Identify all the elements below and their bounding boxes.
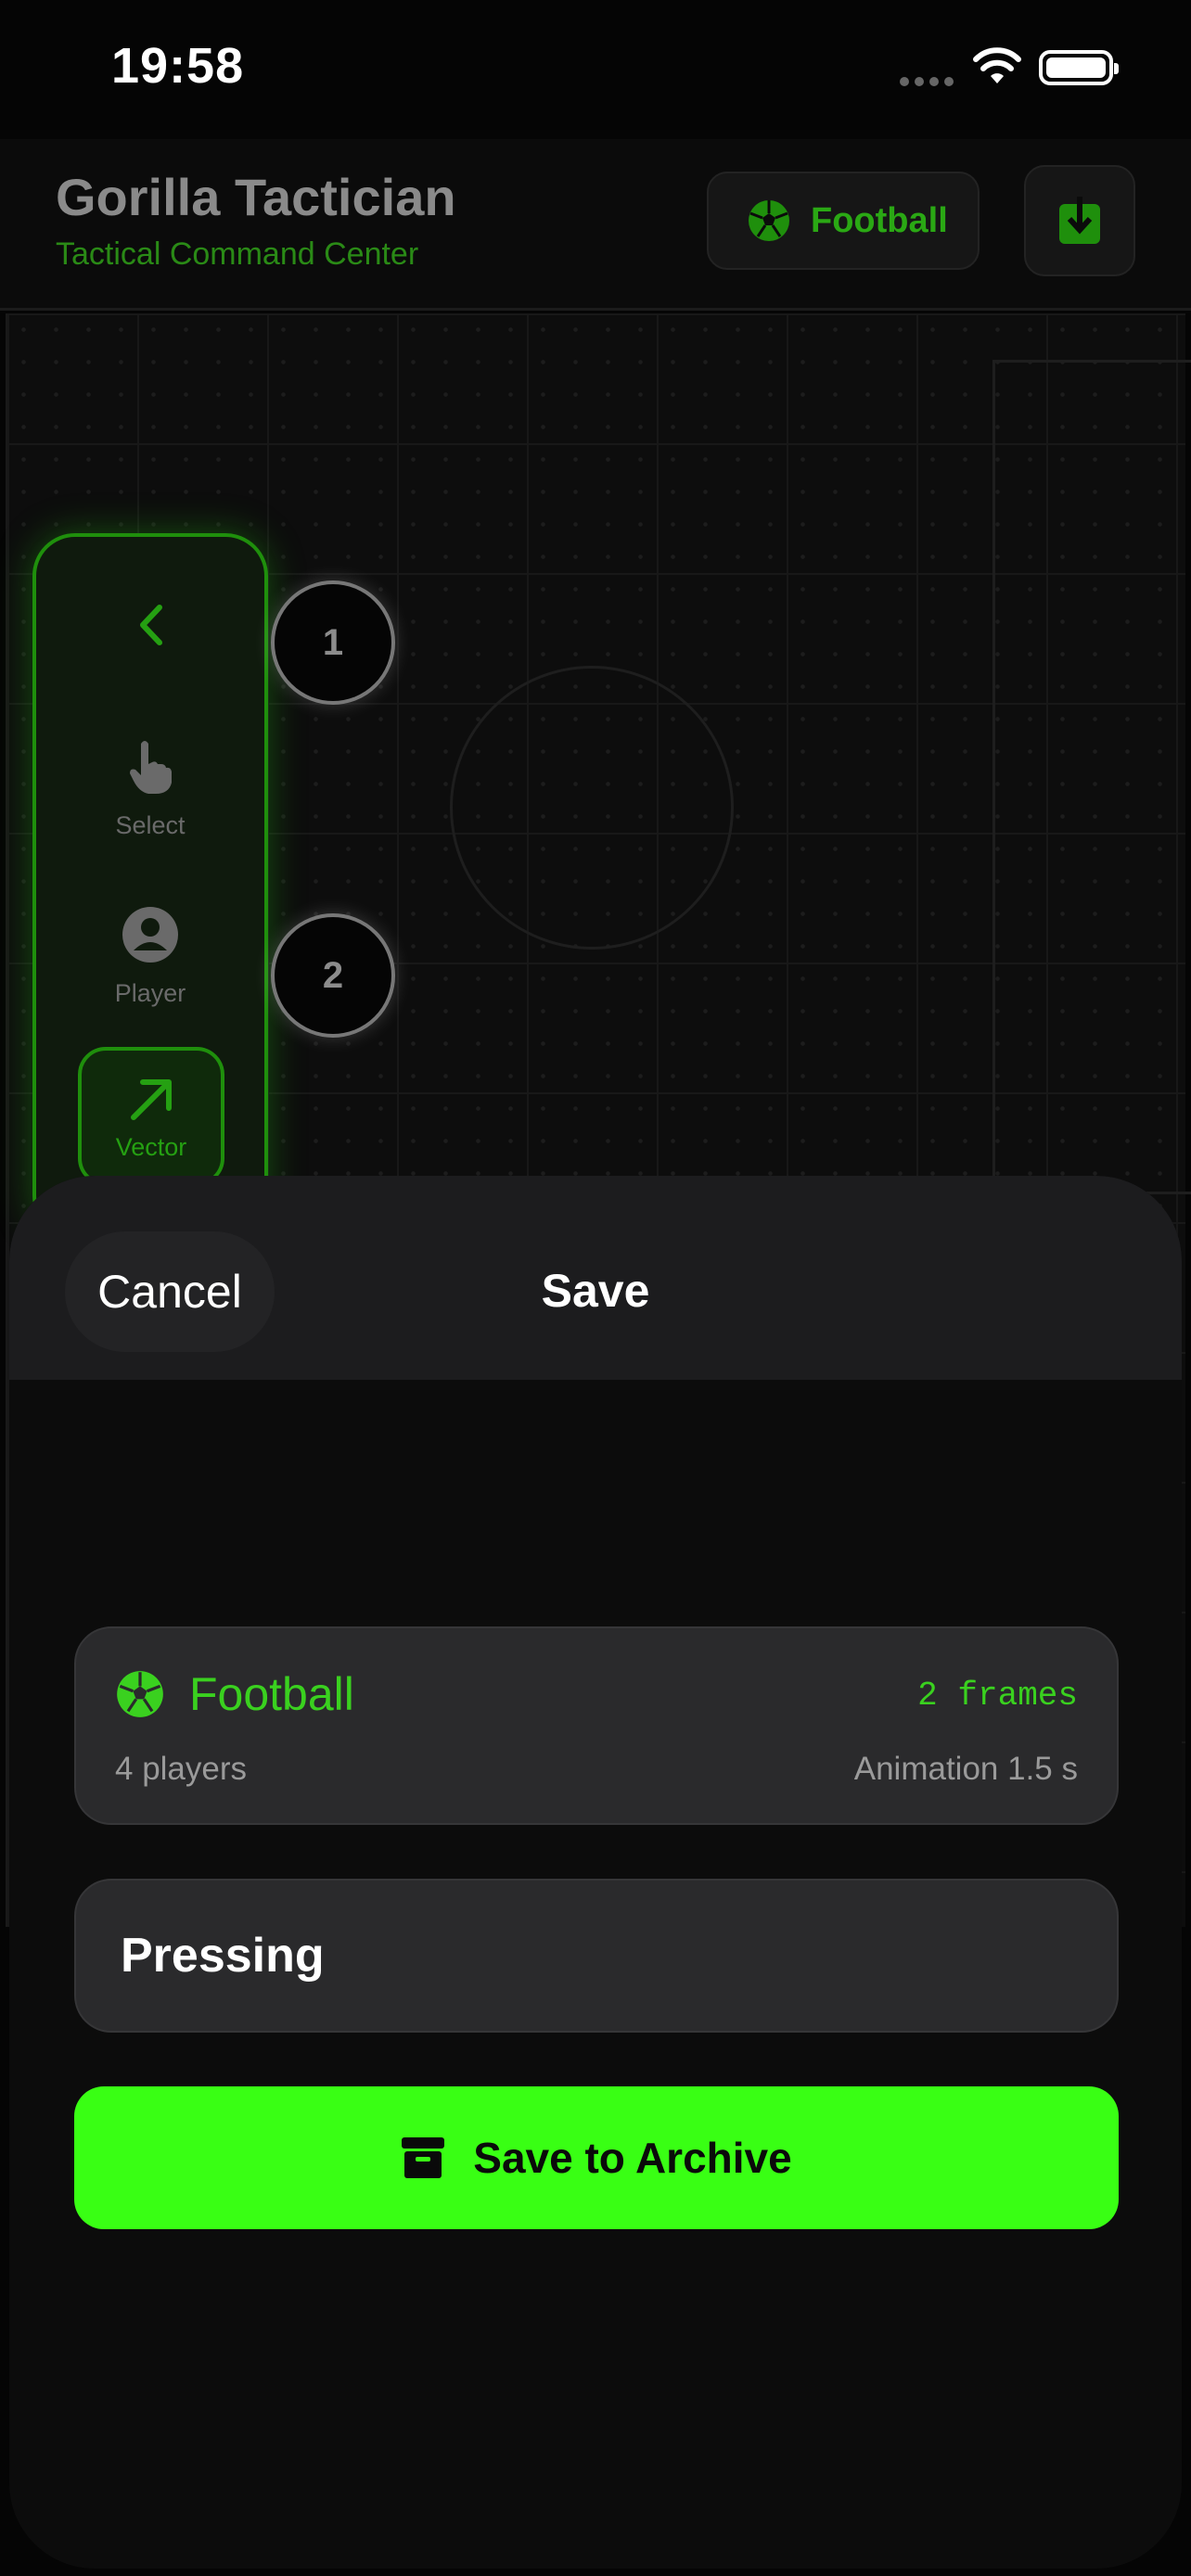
arrow-up-right-icon [131, 1079, 172, 1120]
summary-sport: Football [115, 1667, 354, 1721]
status-bar: 19:58 [0, 0, 1191, 139]
app-subtitle: Tactical Command Center [56, 236, 419, 272]
sport-selector-button[interactable]: Football [707, 172, 980, 270]
summary-frames: 2 frames [917, 1677, 1078, 1715]
save-sheet: Cancel Save Football 2 frames 4 players … [9, 1176, 1182, 2569]
archive-box-icon [402, 2137, 445, 2178]
tool-select-label: Select [115, 811, 186, 839]
save-to-archive-label: Save to Archive [473, 2134, 792, 2182]
summary-players: 4 players [115, 1751, 248, 1787]
player-token[interactable]: 1 [271, 580, 395, 705]
tool-player[interactable]: Player [36, 906, 264, 1008]
tool-select[interactable]: Select [36, 736, 264, 840]
tool-vector-label: Vector [115, 1133, 187, 1161]
download-icon [1059, 197, 1100, 244]
sheet-title: Save [541, 1265, 650, 1317]
tool-panel: Select Player Vector [32, 533, 268, 1238]
soccer-ball-icon [749, 200, 789, 241]
status-time: 19:58 [111, 38, 245, 94]
sport-selector-label: Football [811, 200, 948, 240]
tool-player-label: Player [114, 979, 186, 1007]
cellular-signal-icon [900, 74, 959, 91]
play-name-input[interactable] [74, 1879, 1119, 2033]
penalty-area-line [992, 360, 1191, 1194]
tool-vector[interactable]: Vector [78, 1047, 224, 1186]
sheet-nav-bar: Cancel Save [9, 1176, 1182, 1380]
play-summary-card: Football 2 frames 4 players Animation 1.… [74, 1626, 1119, 1825]
summary-animation: Animation 1.5 s [853, 1751, 1078, 1787]
center-circle-line [450, 666, 734, 950]
battery-icon [1039, 50, 1119, 85]
save-to-archive-button[interactable]: Save to Archive [74, 2086, 1119, 2229]
wifi-icon [973, 47, 1021, 83]
hand-pointer-icon [130, 741, 172, 794]
player-token[interactable]: 2 [271, 913, 395, 1038]
summary-sport-label: Football [189, 1668, 354, 1720]
person-circle-icon [122, 907, 178, 963]
soccer-ball-icon [117, 1671, 163, 1717]
download-button[interactable] [1024, 165, 1135, 276]
chevron-left-icon[interactable] [134, 602, 167, 648]
app-header: Gorilla Tactician Tactical Command Cente… [0, 139, 1191, 311]
app-title: Gorilla Tactician [56, 168, 456, 226]
